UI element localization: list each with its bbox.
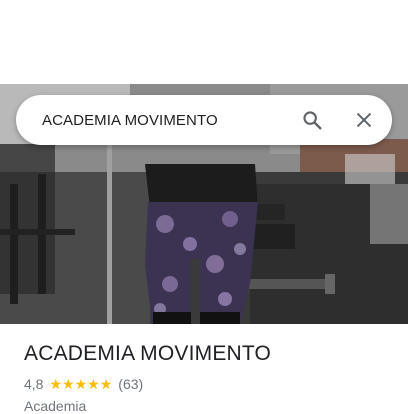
place-category: Academia [24,398,87,414]
place-name[interactable]: ACADEMIA MOVIMENTO [24,342,271,366]
star-rating: ★ ★ ★ ★ ★ [49,377,112,391]
rating-value: 4,8 [24,376,44,392]
map-top-area [0,0,408,84]
star-icon: ★ [49,376,63,392]
close-icon [357,113,371,127]
clear-search-button[interactable] [346,102,382,138]
search-icon [303,111,322,130]
search-button[interactable] [294,102,330,138]
rating-row[interactable]: 4,8 ★ ★ ★ ★ ★ (63) [24,376,143,392]
search-bar [16,95,392,145]
star-icon: ★ [62,376,75,392]
star-icon: ★ [87,376,100,392]
search-input[interactable] [40,104,294,136]
star-icon: ★ [74,376,88,392]
place-info-panel: ACADEMIA MOVIMENTO 4,8 ★ ★ ★ ★ ★ (63) Ac… [0,324,408,414]
star-icon: ★ [99,376,113,392]
review-count[interactable]: (63) [118,376,143,392]
